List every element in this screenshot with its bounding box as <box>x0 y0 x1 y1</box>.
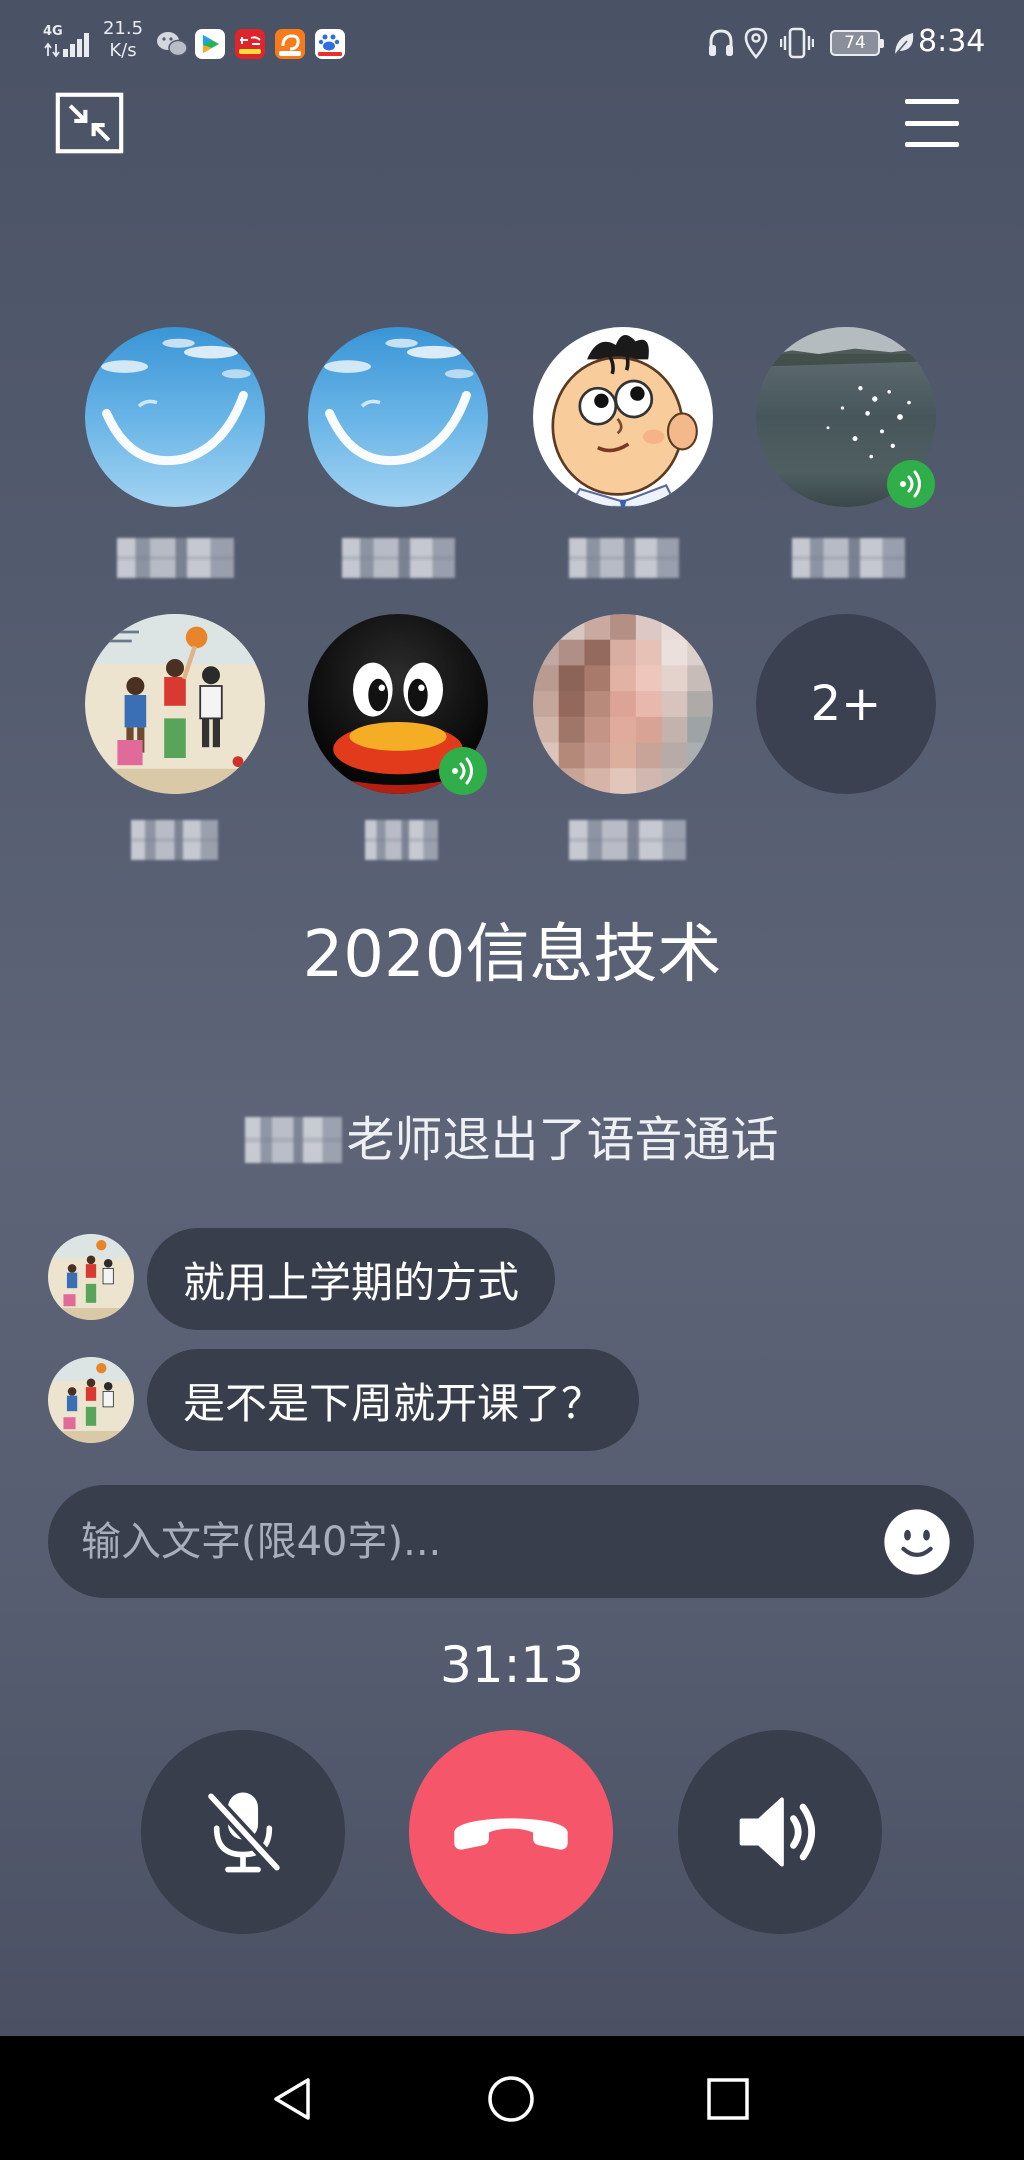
back-triangle-icon[interactable] <box>268 2074 318 2124</box>
participant-4[interactable] <box>756 327 936 578</box>
participant-7[interactable] <box>533 614 713 864</box>
clock: 8:34 <box>918 24 986 59</box>
menu-icon[interactable] <box>903 97 961 149</box>
speaker-icon <box>739 1797 816 1867</box>
recents-square-icon[interactable] <box>703 2074 753 2124</box>
participant-6[interactable] <box>308 614 488 864</box>
minimize-icon[interactable] <box>55 92 124 154</box>
more-participants-count: 2+ <box>810 676 882 732</box>
system-nav-bar <box>0 2036 1024 2160</box>
red-app-icon <box>235 29 265 59</box>
microphone-off-icon <box>206 1791 282 1873</box>
battery-level: 74 <box>844 33 866 53</box>
status-bar: 4G 21.5 K/s 74 8:34 <box>0 0 1024 83</box>
home-circle-icon[interactable] <box>486 2074 536 2124</box>
data-arrows-icon <box>44 42 60 58</box>
baidu-app-icon <box>315 29 345 59</box>
network-type: 4G <box>43 24 63 39</box>
speaking-indicator-icon <box>438 746 488 796</box>
sky-smile-avatar <box>308 327 488 507</box>
video-app-icon <box>195 29 225 59</box>
chat-avatar[interactable] <box>48 1234 134 1320</box>
participant-3[interactable] <box>533 327 713 578</box>
chat-message-text: 就用上学期的方式 <box>183 1257 520 1307</box>
wechat-icon <box>157 32 188 57</box>
cartoon-boy-avatar <box>533 327 713 507</box>
sky-smile-avatar <box>85 327 265 507</box>
participant-name <box>342 538 455 578</box>
headphones-icon <box>709 29 733 56</box>
system-notice: 老师退出了语音通话 <box>0 1110 1024 1170</box>
orange-app-icon <box>275 29 305 59</box>
signal-icon <box>63 33 89 57</box>
notice-text: 老师退出了语音通话 <box>346 1112 779 1168</box>
chat-message: 就用上学期的方式 <box>147 1228 556 1330</box>
participant-1[interactable] <box>85 327 265 578</box>
emoji-icon[interactable] <box>883 1508 951 1576</box>
network-speed: 21.5 K/s <box>98 18 148 62</box>
hang-up-phone-icon <box>454 1817 568 1850</box>
battery-icon: 74 <box>830 30 884 56</box>
participant-2[interactable] <box>308 327 488 578</box>
notice-teacher-name <box>245 1117 343 1163</box>
speaker-button[interactable] <box>678 1730 882 1934</box>
participant-name <box>131 820 218 860</box>
basketball-cartoon-avatar <box>85 614 265 794</box>
participant-name <box>569 820 686 860</box>
call-duration: 31:13 <box>439 1636 585 1694</box>
message-input[interactable] <box>81 1485 861 1598</box>
participant-5[interactable] <box>85 614 265 864</box>
net-speed-value: 21.5 <box>102 18 144 39</box>
location-icon <box>744 27 768 59</box>
participant-name <box>569 538 679 578</box>
pixelated-photo-avatar <box>533 614 713 794</box>
mute-button[interactable] <box>141 1730 345 1934</box>
participant-name <box>792 538 905 578</box>
hang-up-button[interactable] <box>409 1730 613 1934</box>
participant-name <box>117 538 234 578</box>
chat-message-text: 是不是下周就开课了？ <box>183 1378 604 1428</box>
vibrate-icon <box>780 27 814 59</box>
power-saving-leaf-icon <box>894 33 914 56</box>
net-speed-unit: K/s <box>109 40 137 61</box>
group-name: 2020信息技术 <box>302 918 722 992</box>
more-participants-button[interactable]: 2+ <box>756 614 936 794</box>
chat-avatar[interactable] <box>48 1357 134 1443</box>
speaking-indicator-icon <box>886 459 936 509</box>
chat-message: 是不是下周就开课了？ <box>147 1349 640 1451</box>
message-input-bar <box>48 1485 974 1598</box>
participant-name <box>365 820 438 860</box>
